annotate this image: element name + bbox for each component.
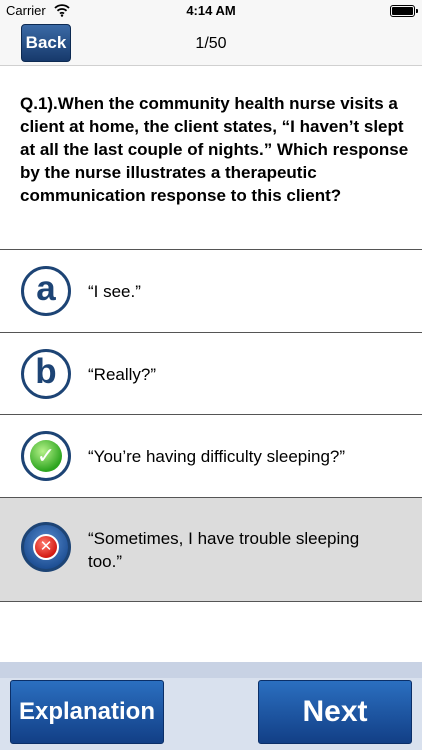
clock: 4:14 AM — [186, 3, 236, 18]
cross-icon: ✕ — [33, 534, 59, 560]
option-d[interactable]: ✕ “Sometimes, I have trouble sleeping to… — [0, 498, 422, 602]
option-d-text: “Sometimes, I have trouble sleeping too.… — [88, 529, 360, 571]
letter-b-icon: b — [35, 352, 57, 391]
option-d-badge: ✕ — [21, 522, 71, 572]
bottom-toolbar-strip — [0, 662, 422, 678]
option-b[interactable]: b “Really?” — [0, 333, 422, 415]
option-a-text: “I see.” — [88, 282, 141, 301]
option-c-text: “You’re having difficulty sleeping?” — [88, 447, 346, 466]
option-b-text: “Really?” — [88, 365, 157, 384]
letter-a-icon: a — [36, 269, 56, 308]
option-c[interactable]: ✓ “You’re having difficulty sleeping?” — [0, 415, 422, 498]
option-c-badge: ✓ — [21, 431, 71, 481]
option-a-badge: a — [21, 266, 71, 316]
status-bar: Carrier 4:14 AM — [0, 0, 422, 22]
back-button[interactable]: Back — [21, 24, 71, 62]
option-b-badge: b — [21, 349, 71, 399]
check-icon: ✓ — [30, 440, 62, 472]
nav-bar: 1/50 Back — [0, 22, 422, 66]
battery-icon — [390, 5, 418, 17]
option-a[interactable]: a “I see.” — [0, 250, 422, 333]
question-text: Q.1).When the community health nurse vis… — [20, 94, 409, 205]
next-button[interactable]: Next — [258, 680, 412, 744]
explanation-button[interactable]: Explanation — [10, 680, 164, 744]
